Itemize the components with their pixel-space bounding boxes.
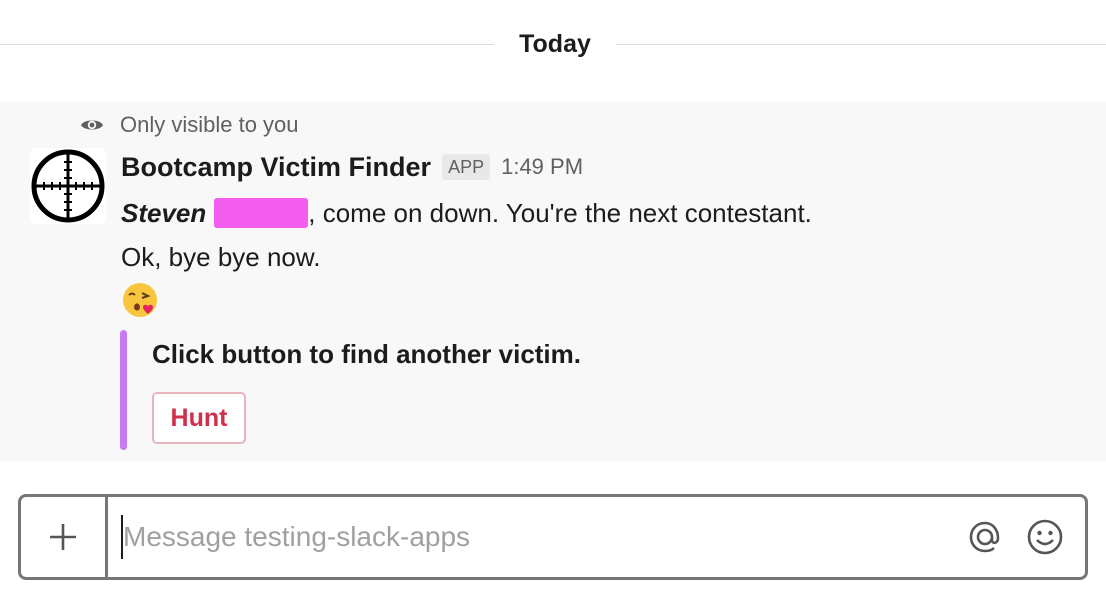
add-attachment-button[interactable] bbox=[21, 497, 108, 577]
mention-button[interactable] bbox=[965, 517, 1005, 557]
attachment-color-bar bbox=[120, 330, 127, 450]
smiley-icon bbox=[1027, 519, 1063, 555]
channel-view: Today Only visible to you Bootcamp Victi… bbox=[0, 0, 1106, 600]
divider-rule-right bbox=[616, 44, 1106, 45]
crosshair-icon bbox=[31, 149, 105, 223]
sender-name[interactable]: Bootcamp Victim Finder bbox=[121, 152, 431, 183]
visibility-note-text: Only visible to you bbox=[120, 112, 299, 137]
day-divider: Today bbox=[0, 0, 1106, 100]
message-input[interactable] bbox=[121, 515, 943, 559]
at-sign-icon bbox=[969, 521, 1000, 553]
emoji-picker-button[interactable] bbox=[1025, 517, 1065, 557]
attachment-text: Click button to find another victim. bbox=[152, 339, 581, 369]
message-line-1: Steven , come on down. You're the next c… bbox=[121, 194, 812, 232]
visibility-note: Only visible to you bbox=[80, 112, 299, 138]
message-attachment: Click button to find another victim. Hun… bbox=[120, 330, 720, 450]
face-blowing-kiss-emoji bbox=[123, 283, 157, 317]
redacted-surname bbox=[214, 198, 309, 228]
message-line-1-text: , come on down. You're the next contesta… bbox=[308, 197, 812, 228]
eye-icon bbox=[81, 120, 103, 130]
ephemeral-message: Only visible to you Bootcamp Victim Find… bbox=[0, 102, 1106, 462]
contestant-name: Steven bbox=[121, 197, 207, 228]
day-divider-label: Today bbox=[519, 30, 591, 58]
hunt-button[interactable]: Hunt bbox=[152, 392, 246, 444]
message-line-2: Ok, bye bye now. bbox=[121, 242, 321, 272]
plus-icon bbox=[50, 524, 76, 550]
divider-rule-left bbox=[0, 44, 494, 45]
avatar[interactable] bbox=[30, 148, 106, 224]
message-header: Bootcamp Victim Finder APP 1:49 PM bbox=[121, 150, 583, 184]
app-badge: APP bbox=[442, 154, 491, 180]
message-timestamp[interactable]: 1:49 PM bbox=[501, 154, 583, 180]
message-composer bbox=[18, 494, 1088, 580]
